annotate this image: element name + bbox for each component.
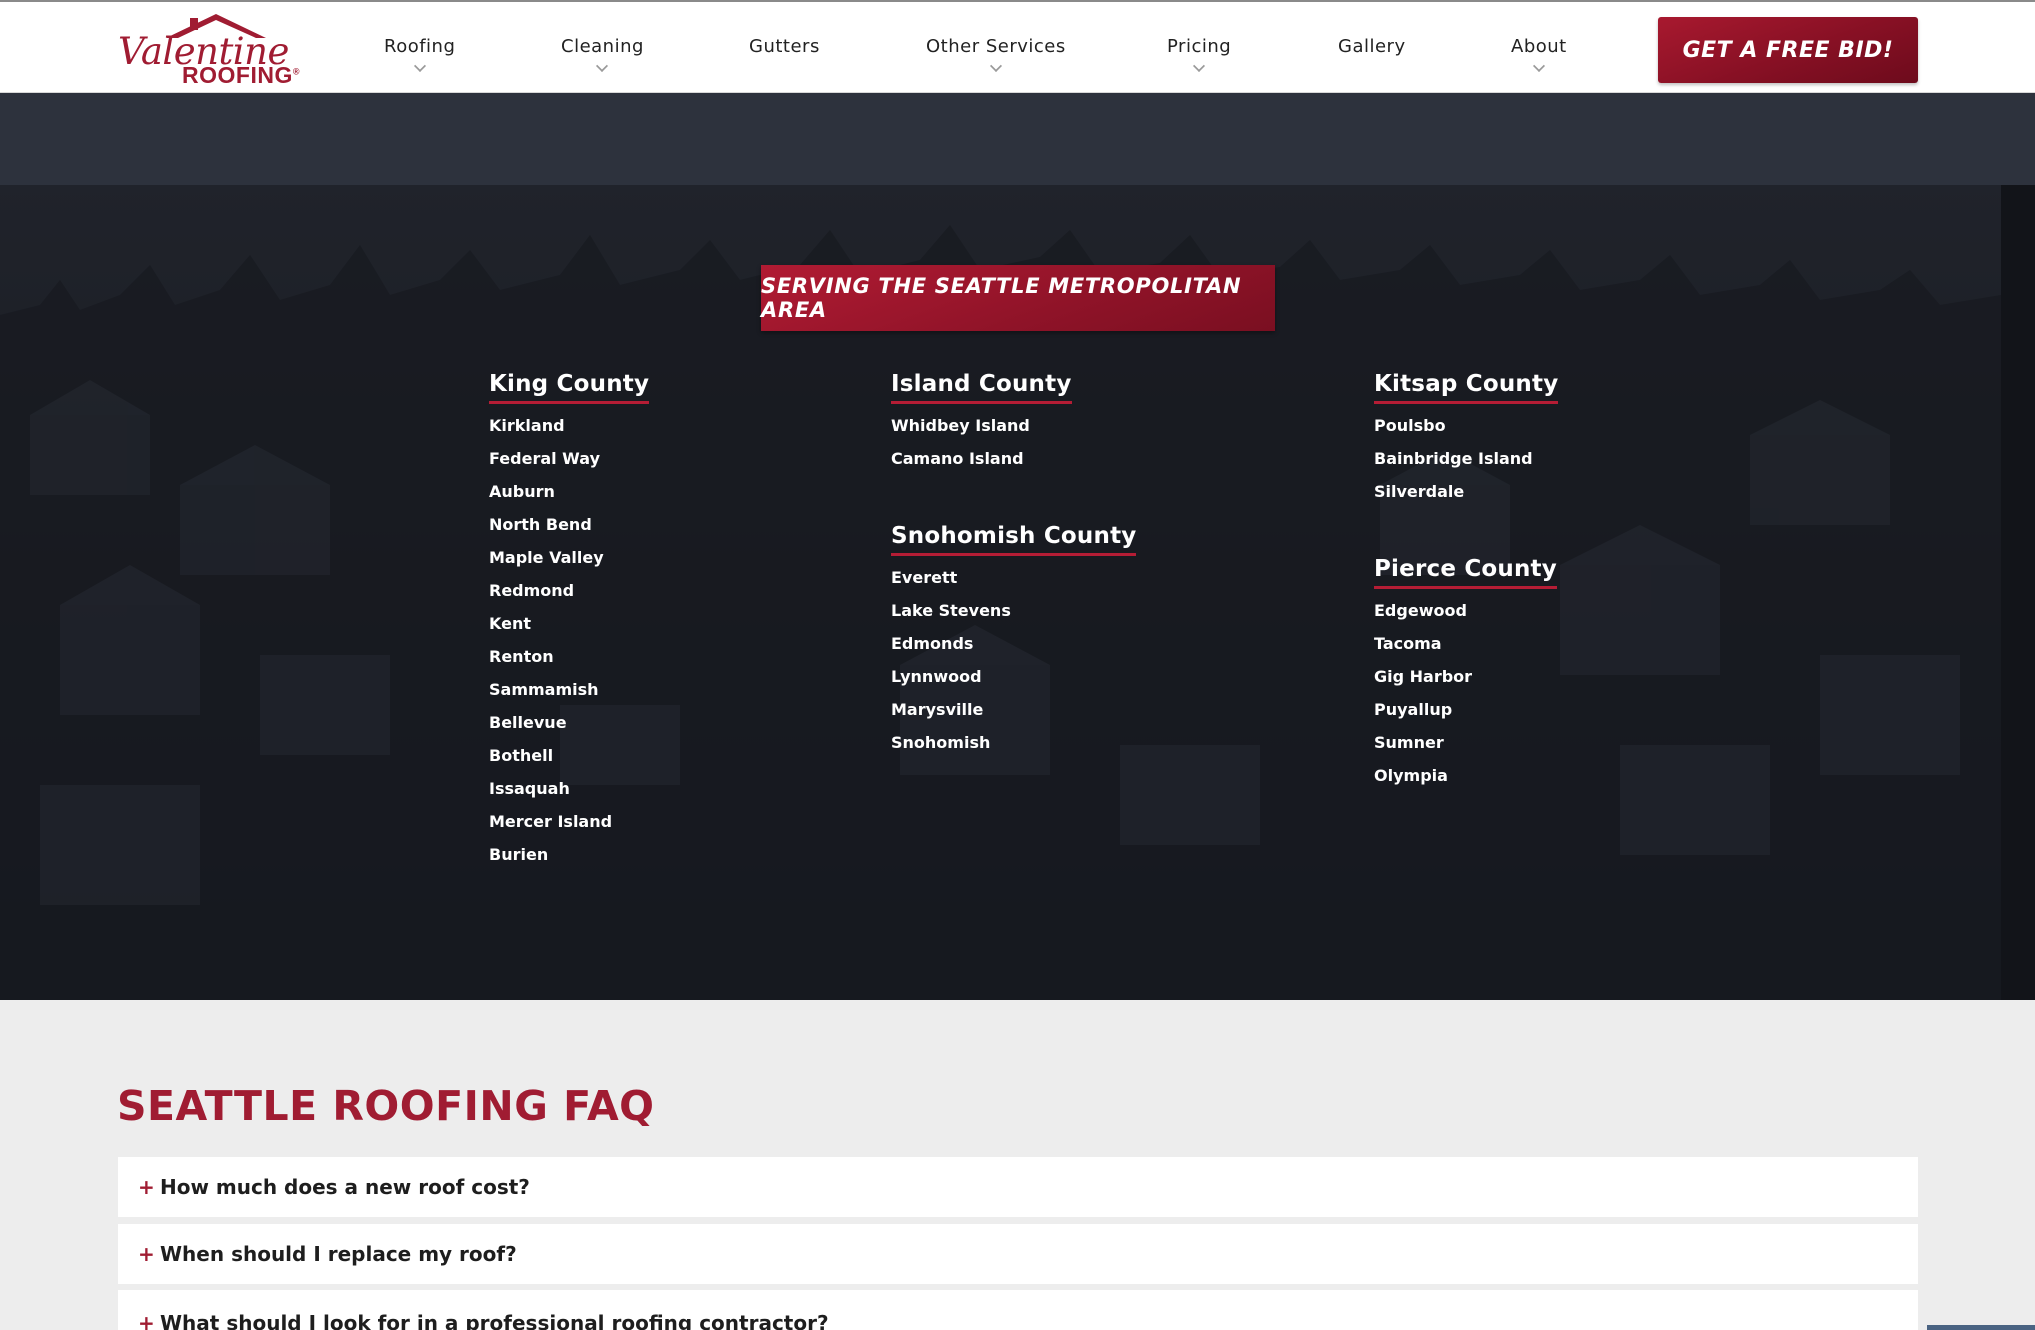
nav-item-label: Pricing — [1167, 36, 1232, 57]
nav-item-about[interactable]: About — [1511, 36, 1567, 73]
city-link[interactable]: Auburn — [489, 482, 649, 515]
nav-item-gallery[interactable]: Gallery — [1338, 36, 1406, 57]
city-link[interactable]: Bellevue — [489, 713, 649, 746]
chevron-down-icon — [1193, 59, 1206, 73]
city-link[interactable]: Marysville — [891, 700, 1136, 733]
county-heading: Snohomish County — [891, 523, 1137, 556]
city-link[interactable]: Lake Stevens — [891, 601, 1136, 634]
city-link[interactable]: Federal Way — [489, 449, 649, 482]
city-link[interactable]: North Bend — [489, 515, 649, 548]
city-list: Whidbey Island Camano Island — [891, 416, 1072, 482]
nav-item-cleaning[interactable]: Cleaning — [561, 36, 644, 73]
county-king: King County Kirkland Federal Way Auburn … — [489, 371, 650, 878]
plus-icon: + — [138, 1175, 155, 1199]
city-link[interactable]: Everett — [891, 568, 1136, 601]
plus-icon: + — [138, 1311, 155, 1330]
chevron-down-icon — [413, 59, 426, 73]
chevron-down-icon — [989, 59, 1002, 73]
city-link[interactable]: Renton — [489, 647, 649, 680]
nav-item-label: Gallery — [1338, 36, 1406, 57]
city-list: Poulsbo Bainbridge Island Silverdale — [1374, 416, 1558, 515]
city-link[interactable]: Bainbridge Island — [1374, 449, 1558, 482]
city-list: Kirkland Federal Way Auburn North Bend M… — [489, 416, 649, 878]
city-link[interactable]: Maple Valley — [489, 548, 649, 581]
county-island: Island County Whidbey Island Camano Isla… — [891, 371, 1072, 482]
city-link[interactable]: Silverdale — [1374, 482, 1558, 515]
city-link[interactable]: Bothell — [489, 746, 649, 779]
city-link[interactable]: Puyallup — [1374, 700, 1557, 733]
service-area-banner: SERVING THE SEATTLE METROPOLITAN AREA — [761, 265, 1275, 331]
city-list: Edgewood Tacoma Gig Harbor Puyallup Sumn… — [1374, 601, 1557, 799]
hero-right-edge — [2001, 185, 2035, 1000]
city-link[interactable]: Kent — [489, 614, 649, 647]
faq-item[interactable]: + When should I replace my roof? — [118, 1224, 1918, 1284]
nav-item-roofing[interactable]: Roofing — [384, 36, 456, 73]
county-heading: Island County — [891, 371, 1072, 404]
city-link[interactable]: Issaquah — [489, 779, 649, 812]
nav-item-label: Cleaning — [561, 36, 644, 57]
nav-item-label: Roofing — [384, 36, 456, 57]
city-link[interactable]: Burien — [489, 845, 649, 878]
city-link[interactable]: Edgewood — [1374, 601, 1557, 634]
get-free-bid-button[interactable]: GET A FREE BID! — [1658, 17, 1918, 83]
nav-item-label: Gutters — [749, 36, 820, 57]
chevron-down-icon — [596, 59, 609, 73]
city-link[interactable]: Redmond — [489, 581, 649, 614]
city-link[interactable]: Gig Harbor — [1374, 667, 1557, 700]
city-link[interactable]: Edmonds — [891, 634, 1136, 667]
city-link[interactable]: Kirkland — [489, 416, 649, 449]
faq-question: What should I look for in a professional… — [160, 1311, 829, 1330]
chat-widget-tab[interactable] — [1927, 1325, 2035, 1330]
city-link[interactable]: Sumner — [1374, 733, 1557, 766]
city-link[interactable]: Lynnwood — [891, 667, 1136, 700]
city-list: Everett Lake Stevens Edmonds Lynnwood Ma… — [891, 568, 1136, 766]
county-snohomish: Snohomish County Everett Lake Stevens Ed… — [891, 523, 1137, 766]
city-link[interactable]: Poulsbo — [1374, 416, 1558, 449]
faq-title: SEATTLE ROOFING FAQ — [117, 1082, 655, 1130]
county-kitsap: Kitsap County Poulsbo Bainbridge Island … — [1374, 371, 1559, 515]
faq-question: How much does a new roof cost? — [160, 1175, 530, 1199]
faq-item[interactable]: + What should I look for in a profession… — [118, 1290, 1918, 1330]
chevron-down-icon — [1532, 59, 1545, 73]
nav-item-label: About — [1511, 36, 1567, 57]
hero-top-band — [0, 93, 2035, 185]
site-header: Valentine ROOFING® Roofing Cleaning Gutt… — [0, 0, 2035, 93]
faq-item[interactable]: + How much does a new roof cost? — [118, 1157, 1918, 1217]
city-link[interactable]: Whidbey Island — [891, 416, 1072, 449]
nav-item-pricing[interactable]: Pricing — [1167, 36, 1232, 73]
nav-item-gutters[interactable]: Gutters — [749, 36, 820, 57]
city-link[interactable]: Olympia — [1374, 766, 1557, 799]
county-pierce: Pierce County Edgewood Tacoma Gig Harbor… — [1374, 556, 1557, 799]
plus-icon: + — [138, 1242, 155, 1266]
city-link[interactable]: Mercer Island — [489, 812, 649, 845]
county-heading: King County — [489, 371, 650, 404]
nav-item-other-services[interactable]: Other Services — [926, 36, 1066, 73]
county-heading: Kitsap County — [1374, 371, 1559, 404]
nav-item-label: Other Services — [926, 36, 1066, 57]
faq-question: When should I replace my roof? — [160, 1242, 517, 1266]
county-heading: Pierce County — [1374, 556, 1557, 589]
city-link[interactable]: Snohomish — [891, 733, 1136, 766]
city-link[interactable]: Sammamish — [489, 680, 649, 713]
city-link[interactable]: Tacoma — [1374, 634, 1557, 667]
city-link[interactable]: Camano Island — [891, 449, 1072, 482]
